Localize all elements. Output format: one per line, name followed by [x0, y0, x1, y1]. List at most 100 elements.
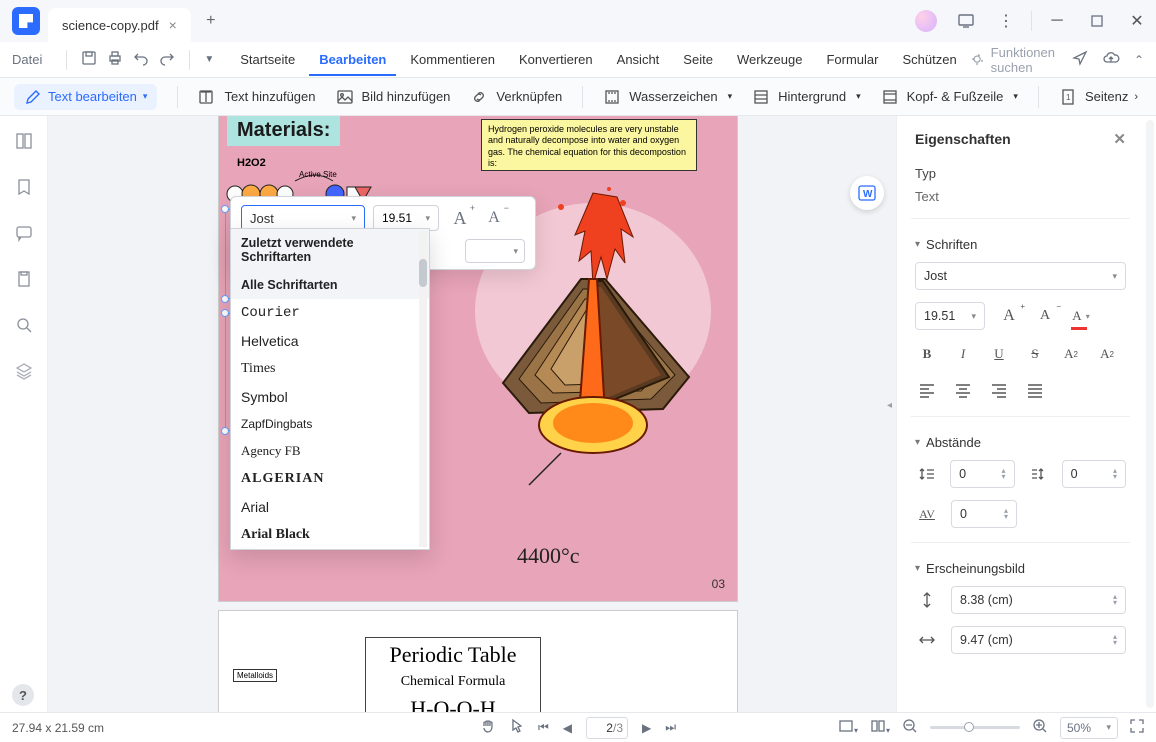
help-button[interactable]: ? [12, 684, 34, 706]
minimize-button[interactable]: ─ [1038, 2, 1076, 40]
watermark-button[interactable]: Wasserzeichen▾ [603, 88, 732, 106]
panel-scrollbar[interactable] [1146, 120, 1154, 708]
fonts-section-header[interactable]: Schriften [897, 227, 1144, 256]
first-page-icon[interactable]: ⏮ [538, 720, 549, 735]
fit-width-icon[interactable]: ▾ [838, 719, 858, 736]
last-page-icon[interactable]: ⏭ [665, 720, 676, 735]
zoom-slider[interactable] [930, 726, 1020, 729]
cloud-icon[interactable] [1102, 50, 1120, 69]
font-list-recent-header: Zuletzt verwendete Schriftarten [231, 229, 429, 271]
thumbnails-icon[interactable] [13, 130, 35, 152]
prev-page-icon[interactable]: ◀ [563, 721, 572, 735]
user-avatar[interactable] [907, 2, 945, 40]
redo-icon[interactable] [159, 50, 175, 69]
font-list-scrollbar[interactable] [419, 231, 427, 547]
superscript-icon[interactable]: A2 [1059, 342, 1083, 366]
export-word-fab[interactable]: W [850, 176, 884, 210]
appearance-section-header[interactable]: Erscheinungsbild [897, 551, 1144, 580]
menu-seite[interactable]: Seite [673, 48, 723, 71]
add-tab-button[interactable]: + [197, 7, 225, 35]
spacing-section-header[interactable]: Abstände [897, 425, 1144, 454]
close-tab-icon[interactable]: × [169, 17, 177, 33]
prop-font-select[interactable]: Jost▾ [915, 262, 1126, 290]
link-button[interactable]: Verknüpfen [470, 88, 562, 106]
feedback-icon[interactable] [947, 2, 985, 40]
save-icon[interactable] [81, 50, 97, 69]
more-icon[interactable]: ⋮ [987, 2, 1025, 40]
edit-text-button[interactable]: Text bearbeiten ▾ [14, 84, 157, 110]
undo-icon[interactable] [133, 50, 149, 69]
menu-formular[interactable]: Formular [816, 48, 888, 71]
align-justify-icon[interactable] [1023, 378, 1047, 402]
select-tool-icon[interactable] [510, 718, 524, 737]
edit-toolbar: Text bearbeiten ▾ Text hinzufügen Bild h… [0, 78, 1156, 116]
menu-konvertieren[interactable]: Konvertieren [509, 48, 603, 71]
next-page-icon[interactable]: ▶ [642, 721, 651, 735]
zoom-value-select[interactable]: 50%▾ [1060, 717, 1118, 739]
line-spacing-input[interactable]: 0▴▾ [950, 460, 1014, 488]
fullscreen-icon[interactable] [1130, 719, 1144, 736]
collapse-right-handle[interactable]: ◂ [887, 400, 892, 411]
font-option-times[interactable]: Times [231, 355, 429, 383]
page-current-input[interactable] [591, 718, 613, 738]
char-spacing-input[interactable]: 0▴▾ [951, 500, 1017, 528]
share-icon[interactable] [1072, 50, 1088, 69]
search-panel-icon[interactable] [13, 314, 35, 336]
menu-kommentieren[interactable]: Kommentieren [400, 48, 505, 71]
font-option-zapf[interactable]: ZapfDingbats [231, 411, 429, 437]
search-functions[interactable]: Funktionen suchen [971, 45, 1058, 75]
prop-font-size[interactable]: 19.51▾ [915, 302, 985, 330]
qat-dropdown-icon[interactable]: ▼ [204, 54, 214, 65]
decrease-font-icon[interactable]: A− [481, 205, 507, 231]
close-panel-icon[interactable]: ✕ [1113, 130, 1126, 148]
menu-werkzeuge[interactable]: Werkzeuge [727, 48, 813, 71]
maximize-button[interactable] [1078, 2, 1116, 40]
menu-ansicht[interactable]: Ansicht [607, 48, 670, 71]
menu-startseite[interactable]: Startseite [230, 48, 305, 71]
hand-tool-icon[interactable] [480, 718, 496, 737]
font-color-well[interactable]: ▾ [465, 239, 525, 263]
strike-icon[interactable]: S [1023, 342, 1047, 366]
collapse-ribbon-icon[interactable]: ⌃ [1134, 53, 1144, 67]
bold-icon[interactable]: B [915, 342, 939, 366]
header-footer-button[interactable]: Kopf- & Fußzeile▾ [881, 88, 1018, 106]
font-option-algerian[interactable]: ALGERIAN [231, 465, 429, 493]
para-spacing-input[interactable]: 0▴▾ [1062, 460, 1126, 488]
add-image-button[interactable]: Bild hinzufügen [336, 88, 451, 106]
width-input[interactable]: 9.47 (cm)▴▾ [951, 626, 1126, 654]
font-option-symbol[interactable]: Symbol [231, 383, 429, 411]
comments-icon[interactable] [13, 222, 35, 244]
font-option-helvetica[interactable]: Helvetica [231, 327, 429, 355]
background-button[interactable]: Hintergrund▾ [752, 88, 860, 106]
print-icon[interactable] [107, 50, 123, 69]
zoom-in-icon[interactable] [1032, 718, 1048, 737]
view-mode-icon[interactable]: ▾ [870, 719, 890, 736]
align-left-icon[interactable] [915, 378, 939, 402]
font-option-arial-black[interactable]: Arial Black [231, 521, 429, 549]
underline-icon[interactable]: U [987, 342, 1011, 366]
increase-font-icon[interactable]: A+ [997, 304, 1021, 328]
align-center-icon[interactable] [951, 378, 975, 402]
height-input[interactable]: 8.38 (cm)▴▾ [951, 586, 1126, 614]
font-color-icon[interactable]: A▾ [1069, 304, 1093, 328]
decrease-font-icon[interactable]: A− [1033, 304, 1057, 328]
increase-font-icon[interactable]: A+ [447, 205, 473, 231]
font-option-arial[interactable]: Arial [231, 493, 429, 521]
zoom-out-icon[interactable] [902, 718, 918, 737]
temperature-label: 4400°c [517, 543, 580, 569]
font-option-courier[interactable]: Courier [231, 299, 429, 327]
page-number-button[interactable]: 1 Seitenz› [1059, 88, 1138, 106]
attachments-icon[interactable] [13, 268, 35, 290]
close-window-button[interactable]: ✕ [1118, 2, 1156, 40]
layers-icon[interactable] [13, 360, 35, 382]
document-tab[interactable]: science-copy.pdf × [48, 8, 191, 42]
add-text-button[interactable]: Text hinzufügen [198, 88, 315, 106]
align-right-icon[interactable] [987, 378, 1011, 402]
subscript-icon[interactable]: A2 [1095, 342, 1119, 366]
menu-schuetzen[interactable]: Schützen [892, 48, 966, 71]
italic-icon[interactable]: I [951, 342, 975, 366]
file-menu[interactable]: Datei [12, 48, 52, 71]
menu-bearbeiten[interactable]: Bearbeiten [309, 48, 396, 76]
font-option-agency[interactable]: Agency FB [231, 437, 429, 465]
bookmarks-icon[interactable] [13, 176, 35, 198]
